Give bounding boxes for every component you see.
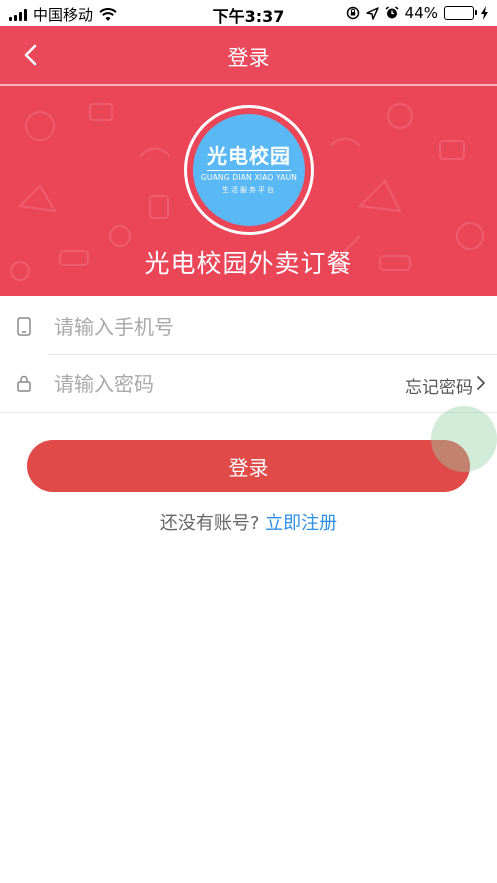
login-button[interactable]: 登录 — [27, 440, 470, 492]
logo-divider — [207, 170, 291, 171]
register-link[interactable]: 立即注册 — [265, 513, 337, 534]
forgot-password-link[interactable]: 忘记密码 — [405, 373, 473, 398]
phone-icon — [17, 317, 31, 336]
page-title: 登录 — [227, 46, 270, 70]
status-bar: 中国移动 下午3:37 44% — [0, 0, 497, 26]
password-row: 忘记密码 — [0, 355, 497, 413]
register-prompt: 还没有账号? 立即注册 — [0, 509, 497, 535]
battery-percent: 44% — [404, 4, 438, 22]
phone-row — [0, 298, 497, 356]
logo: 光电校园 GUANG DIAN XIAO YAUN 生活服务平台 — [184, 105, 314, 235]
register-question: 还没有账号? — [159, 513, 260, 534]
chevron-right-icon — [477, 376, 485, 390]
battery-icon — [444, 6, 477, 20]
charging-icon — [481, 6, 488, 20]
password-input[interactable] — [54, 368, 344, 400]
hero-title: 光电校园外卖订餐 — [144, 249, 353, 278]
alarm-icon — [385, 6, 399, 19]
status-right: 44% — [346, 4, 489, 22]
rotation-lock-icon — [346, 6, 359, 20]
hero-banner: 光电校园 GUANG DIAN XIAO YAUN 生活服务平台 光电校园外卖订… — [0, 86, 497, 296]
phone-input[interactable] — [54, 311, 374, 343]
logo-title: 光电校园 — [207, 144, 291, 168]
lock-icon — [17, 375, 31, 392]
logo-badge: 光电校园 GUANG DIAN XIAO YAUN 生活服务平台 — [193, 114, 305, 226]
location-icon — [365, 6, 379, 20]
logo-english: GUANG DIAN XIAO YAUN — [200, 173, 298, 182]
nav-bar: 登录 — [0, 26, 497, 84]
logo-subtitle: 生活服务平台 — [222, 186, 276, 194]
divider — [0, 412, 497, 413]
touch-indicator — [431, 406, 497, 472]
